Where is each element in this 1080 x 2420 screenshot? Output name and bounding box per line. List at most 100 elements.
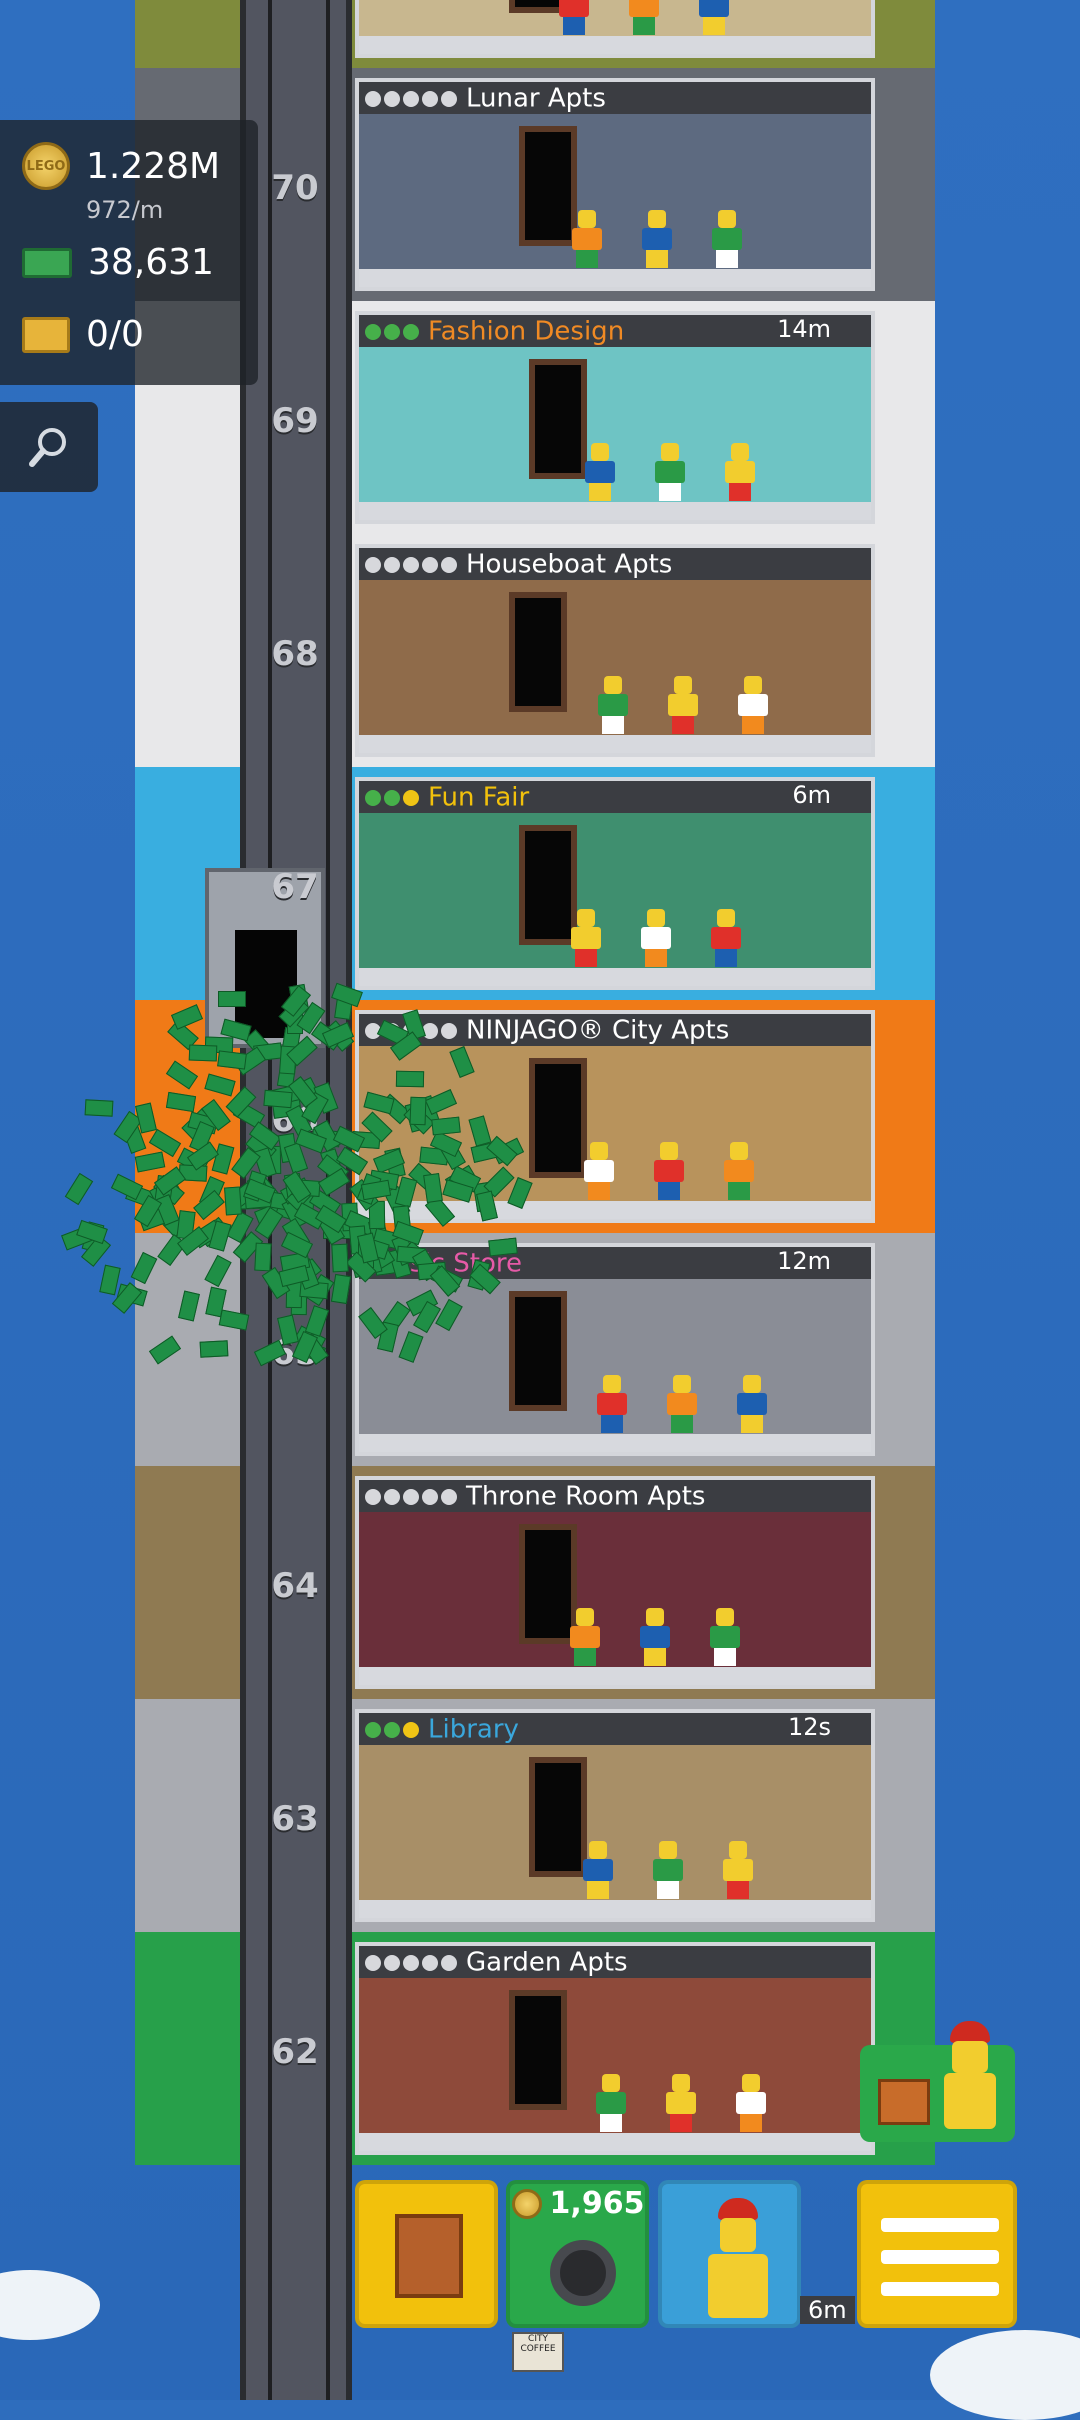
- minifig[interactable]: [559, 0, 589, 35]
- minifig[interactable]: [668, 676, 698, 734]
- minifig[interactable]: [654, 1142, 684, 1200]
- floor-plate: [359, 735, 871, 753]
- room-timer: 12m: [777, 1247, 831, 1275]
- star-dot: [441, 1489, 457, 1505]
- bux-bill: [166, 1060, 199, 1090]
- resource-panel: LEGO 1.228M 972/m 38,631 0/0: [0, 120, 258, 385]
- floor-plate: [359, 2133, 871, 2151]
- minifig[interactable]: [711, 909, 741, 967]
- room-timer: 14m: [777, 315, 831, 343]
- room[interactable]: [355, 0, 875, 58]
- bux-bill: [223, 1186, 242, 1216]
- floor-plate: [359, 502, 871, 520]
- star-dot: [384, 557, 400, 573]
- bux-bill: [204, 1255, 232, 1288]
- minifig[interactable]: [710, 1608, 740, 1666]
- room[interactable]: Library 12s: [355, 1709, 875, 1922]
- star-dot: [384, 91, 400, 107]
- star-dot: [441, 557, 457, 573]
- bux-value: 38,631: [88, 242, 214, 283]
- minifig[interactable]: [596, 2074, 626, 2132]
- minifig[interactable]: [598, 676, 628, 734]
- worker-button[interactable]: [658, 2180, 801, 2328]
- coin-icon: [511, 2188, 542, 2219]
- star-dot: [403, 324, 419, 340]
- star-dot: [365, 557, 381, 573]
- minifig[interactable]: [584, 1142, 614, 1200]
- minifig[interactable]: [667, 1375, 697, 1433]
- minifig[interactable]: [712, 210, 742, 268]
- build-floor-button[interactable]: [355, 2180, 498, 2328]
- room-timer: 12s: [787, 1713, 831, 1741]
- room-name-bar: Fun Fair 6m: [359, 781, 871, 813]
- room[interactable]: Garden Apts: [355, 1942, 875, 2155]
- minifig[interactable]: [585, 443, 615, 501]
- minifig[interactable]: [723, 1841, 753, 1899]
- bux-bill: [507, 1176, 534, 1209]
- worker-timer: 6m: [800, 2296, 855, 2324]
- bux-bill: [435, 1299, 464, 1332]
- room-timer: 6m: [792, 781, 831, 809]
- stars-indicator: [365, 1714, 422, 1746]
- minifig[interactable]: [737, 1375, 767, 1433]
- bux-bill: [333, 1125, 366, 1153]
- bux-bill: [331, 1244, 349, 1273]
- bux-bill: [178, 1290, 200, 1322]
- next-floor-sign-text: CITY COFFEE: [520, 2334, 556, 2354]
- crates-value: 0/0: [86, 314, 144, 355]
- stars-indicator: [365, 549, 460, 581]
- delivery-box-icon: [878, 2079, 930, 2125]
- minifig[interactable]: [571, 909, 601, 967]
- minifig[interactable]: [570, 1608, 600, 1666]
- minifig[interactable]: [699, 0, 729, 35]
- coin-icon-label: LEGO: [26, 158, 66, 174]
- bux-bill: [148, 1335, 181, 1364]
- stars-indicator: [365, 316, 422, 348]
- star-dot: [365, 1489, 381, 1505]
- bux-bill: [199, 1340, 229, 1358]
- bux-bill: [65, 1173, 94, 1206]
- star-dot: [422, 91, 438, 107]
- room-name: Garden Apts: [466, 1947, 628, 1978]
- room[interactable]: Fashion Design 14m: [355, 311, 875, 524]
- bux-bill: [98, 1264, 121, 1296]
- floor-plate: [359, 1900, 871, 1918]
- bux-bill: [277, 1314, 300, 1346]
- room-name-bar: Houseboat Apts: [359, 548, 871, 580]
- minifig[interactable]: [724, 1142, 754, 1200]
- floor-number: 67: [271, 867, 319, 907]
- room[interactable]: Houseboat Apts: [355, 544, 875, 757]
- menu-button[interactable]: [857, 2180, 1017, 2328]
- room[interactable]: Fun Fair 6m: [355, 777, 875, 990]
- bux-burst-effect[interactable]: [20, 960, 540, 1410]
- room-name: Library: [428, 1714, 519, 1745]
- visitor-delivery-button[interactable]: [860, 2021, 1015, 2142]
- minifig[interactable]: [572, 210, 602, 268]
- room-door: [519, 1524, 577, 1644]
- minifig[interactable]: [736, 2074, 766, 2132]
- bux-bill: [394, 1176, 418, 1208]
- minifig[interactable]: [597, 1375, 627, 1433]
- room-scene: [359, 1745, 871, 1918]
- stars-indicator: [365, 83, 460, 115]
- floor-plate: [359, 1667, 871, 1685]
- minifig[interactable]: [666, 2074, 696, 2132]
- minifig[interactable]: [653, 1841, 683, 1899]
- room-scene: [359, 1978, 871, 2151]
- minifig[interactable]: [629, 0, 659, 35]
- room-name: Throne Room Apts: [466, 1481, 706, 1512]
- bux-bill: [468, 1115, 492, 1147]
- minifig[interactable]: [655, 443, 685, 501]
- minifig[interactable]: [642, 210, 672, 268]
- minifig[interactable]: [725, 443, 755, 501]
- minifig[interactable]: [583, 1841, 613, 1899]
- minifig[interactable]: [641, 909, 671, 967]
- room[interactable]: Lunar Apts: [355, 78, 875, 291]
- minifig[interactable]: [640, 1608, 670, 1666]
- coins-rate: 972/m: [86, 196, 164, 224]
- bux-bill: [449, 1046, 475, 1079]
- room[interactable]: Throne Room Apts: [355, 1476, 875, 1689]
- minifig[interactable]: [738, 676, 768, 734]
- search-button[interactable]: [0, 402, 98, 492]
- bux-bill: [253, 1339, 286, 1367]
